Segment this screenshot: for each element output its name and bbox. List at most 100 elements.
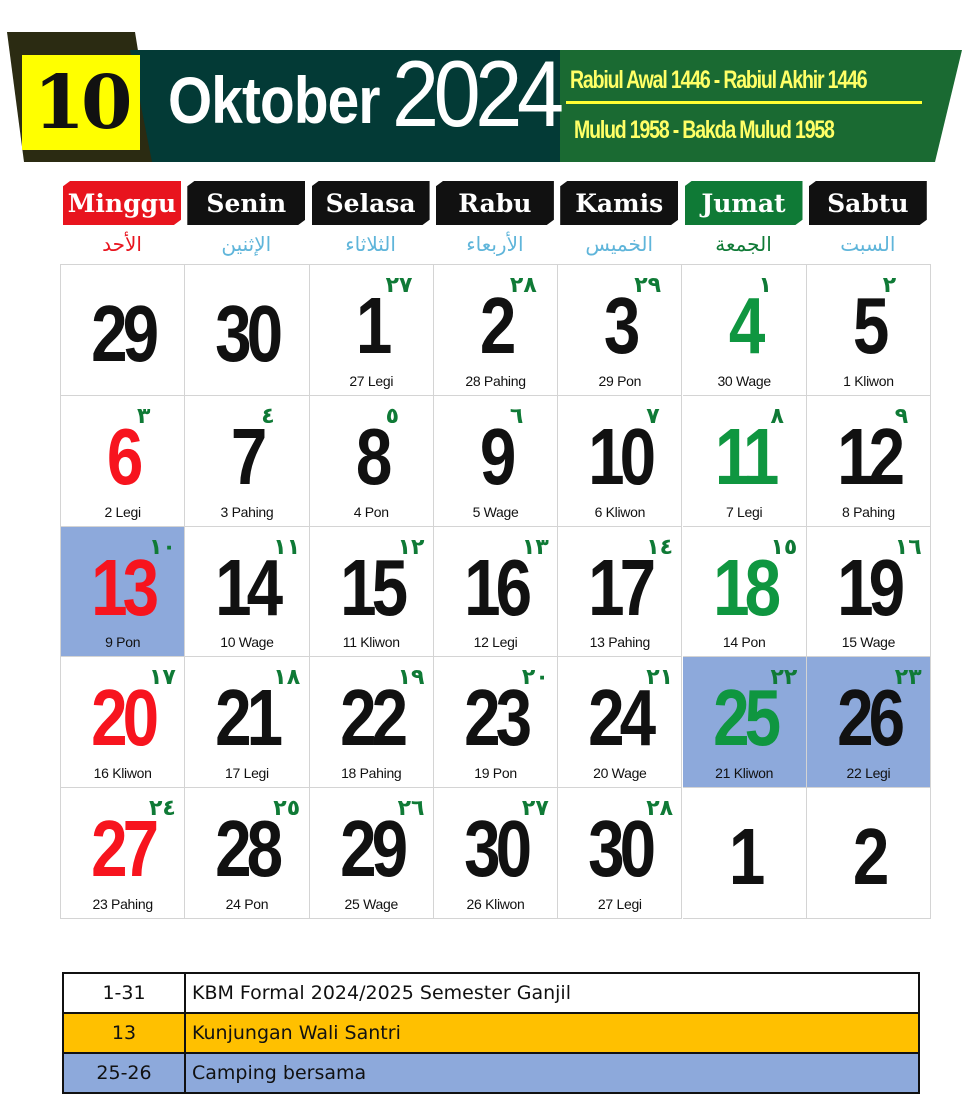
javanese-day: 28 Pahing — [465, 372, 526, 389]
date-cell: 4 ١ 30 Wage — [682, 265, 807, 396]
date-cell: 23 ٢٠ 19 Pon — [433, 657, 559, 789]
event-dates: 25-26 — [62, 1052, 186, 1094]
gregorian-day: 4 — [728, 281, 765, 370]
gregorian-day: 5 — [852, 281, 890, 370]
month-name: Oktober — [168, 63, 380, 137]
weekday-arabic-senin: الإثنين — [221, 232, 272, 256]
date-cell: 20 ١٧ 16 Kliwon — [61, 657, 186, 789]
hijri-day: ٢٥ — [273, 796, 301, 822]
javanese-day: 1 Kliwon — [843, 372, 894, 389]
javanese-day: 10 Wage — [220, 634, 274, 651]
event-dates: 1-31 — [62, 972, 186, 1014]
javanese-day: 20 Wage — [593, 765, 647, 782]
weekday-arabic-sabtu: السبت — [840, 232, 896, 256]
year: 2024 — [392, 41, 564, 146]
gregorian-day: 1 — [728, 812, 765, 902]
date-cell: 30 ٢٧ 26 Kliwon — [433, 788, 559, 919]
date-cell: 29 — [61, 265, 186, 396]
javanese-day: 13 Pahing — [589, 634, 651, 651]
hijri-day: ٢١ — [646, 665, 674, 691]
date-cell: 28 ٢٥ 24 Pon — [185, 788, 310, 919]
javanese-months: Mulud 1958 - Bakda Mulud 1958 — [574, 116, 835, 144]
date-cell: 14 ١١ 10 Wage — [185, 526, 310, 658]
javanese-day: 23 Pahing — [92, 895, 153, 912]
date-cell: 2 — [806, 788, 932, 919]
javanese-day: 4 Pon — [353, 503, 389, 520]
events-table: 1-31 KBM Formal 2024/2025 Semester Ganjil… — [62, 972, 920, 1094]
date-cell: 8٥ 4 Pon — [309, 395, 434, 527]
javanese-day: 16 Kliwon — [93, 765, 152, 782]
javanese-day: 27 Legi — [349, 372, 394, 389]
date-cell: 22 ١٩ 18 Pahing — [309, 657, 434, 789]
hijri-day: ٧ — [646, 403, 660, 429]
hijri-day: ١٩ — [397, 665, 425, 691]
hijri-day: ١٦ — [894, 534, 922, 560]
weekday-arabic-rabu: الأربعاء — [466, 232, 524, 256]
event-dates: 13 — [62, 1012, 186, 1054]
javanese-day: 25 Wage — [344, 895, 399, 912]
hijri-day: ٢٧ — [385, 273, 413, 298]
date-cell: 5٢ 1 Kliwon — [806, 265, 932, 396]
javanese-day: 5 Wage — [472, 503, 519, 520]
date-cell: 6٣ 2 Legi — [61, 395, 186, 527]
hijri-day: ٣ — [137, 403, 151, 429]
date-cell: 21 ١٨ 17 Legi — [185, 657, 310, 789]
hijri-day: ٤ — [261, 403, 275, 429]
javanese-day: 24 Pon — [225, 895, 269, 912]
date-cell: 3 ٢٩ 29 Pon — [558, 265, 683, 396]
weekday-jumat: Jumat — [684, 181, 803, 225]
gregorian-day: 6 — [106, 411, 144, 501]
gregorian-day: 9 — [479, 411, 517, 501]
hijri-months: Rabiul Awal 1446 - Rabiul Akhir 1446 — [570, 66, 868, 94]
weekday-arabic-kamis: الخميس — [585, 232, 654, 256]
hijri-day: ١ — [758, 273, 772, 298]
hijri-day: ٢٠ — [521, 665, 549, 691]
date-cell: 1 — [682, 788, 807, 919]
date-cell: 30 ٢٨ 27 Legi — [558, 788, 683, 919]
weekday-rabu: Rabu — [435, 181, 554, 225]
header-divider — [566, 101, 922, 104]
weekday-senin: Senin — [187, 181, 306, 225]
javanese-day: 27 Legi — [597, 895, 642, 912]
javanese-day: 15 Wage — [841, 634, 896, 651]
hijri-day: ٦ — [509, 403, 524, 429]
gregorian-day: 30 — [215, 289, 283, 378]
event-title: Kunjungan Wali Santri — [184, 1012, 920, 1054]
hijri-day: ٢ — [882, 273, 897, 298]
hijri-day: ٥ — [385, 403, 400, 429]
event-row: 25-26 Camping bersama — [62, 1052, 920, 1094]
javanese-day: 6 Kliwon — [594, 503, 646, 520]
date-cell: 30 — [185, 265, 310, 396]
date-cell: 24 ٢١ 20 Wage — [558, 657, 683, 789]
hijri-day: ٢٨ — [509, 273, 537, 298]
event-title: Camping bersama — [184, 1052, 920, 1094]
date-cell: 13 ١٠ 9 Pon — [61, 526, 186, 658]
javanese-day: 14 Pon — [722, 634, 766, 651]
date-cell: 7٤ 3 Pahing — [185, 395, 310, 527]
hijri-day: ١٤ — [646, 534, 674, 560]
javanese-day: 7 Legi — [725, 503, 763, 520]
date-cell: 15 ١٢ 11 Kliwon — [309, 526, 434, 658]
date-cell: 29 ٢٦ 25 Wage — [309, 788, 434, 919]
hijri-day: ١٣ — [521, 534, 549, 560]
date-cell: 27 ٢٤ 23 Pahing — [61, 788, 186, 919]
gregorian-day: 8 — [355, 411, 392, 501]
event-row: 13 Kunjungan Wali Santri — [62, 1012, 920, 1054]
javanese-day: 19 Pon — [474, 765, 517, 782]
weekday-arabic-jumat: الجمعة — [715, 232, 772, 256]
date-cell: 9٦ 5 Wage — [433, 395, 559, 527]
event-row: 1-31 KBM Formal 2024/2025 Semester Ganjil — [62, 972, 920, 1014]
date-cell: 11 ٨ 7 Legi — [682, 395, 807, 527]
hijri-day: ١١ — [273, 534, 301, 560]
javanese-day: 9 Pon — [105, 634, 141, 651]
javanese-day: 21 Kliwon — [715, 765, 774, 782]
javanese-day: 26 Kliwon — [466, 895, 525, 912]
hijri-day: ١٥ — [770, 534, 798, 560]
hijri-day: ٢٣ — [894, 665, 922, 691]
javanese-day: 17 Legi — [225, 765, 269, 782]
date-cell: 10 ٧ 6 Kliwon — [558, 395, 683, 527]
event-title: KBM Formal 2024/2025 Semester Ganjil — [184, 972, 920, 1014]
javanese-day: 3 Pahing — [220, 503, 274, 520]
calendar-header: 10 Oktober 2024 Rabiul Awal 1446 - Rabiu… — [0, 0, 964, 175]
date-cell: 17 ١٤ 13 Pahing — [558, 526, 683, 658]
